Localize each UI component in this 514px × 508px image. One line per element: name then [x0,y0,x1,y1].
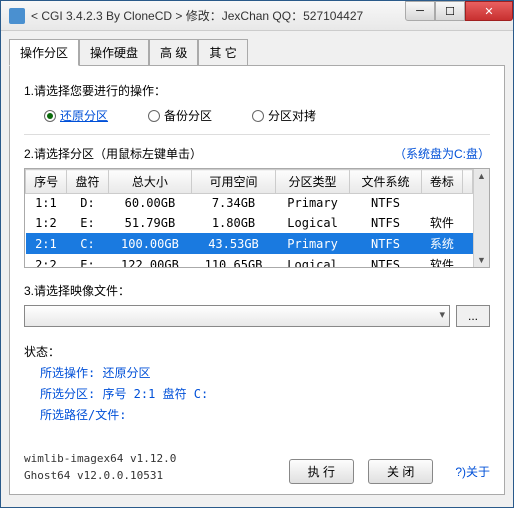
radio-icon [252,110,264,122]
operation-radios: 还原分区 备份分区 分区对拷 [24,107,490,124]
section2-header: 2.请选择分区（用鼠标左键单击） （系统盘为C:盘） [24,145,490,162]
about-link[interactable]: ?)关于 [455,463,490,480]
scroll-up-icon[interactable]: ▲ [477,171,486,181]
version-info: wimlib-imagex64 v1.12.0 Ghost64 v12.0.0.… [24,451,176,484]
browse-button[interactable]: ... [456,305,490,327]
table-row[interactable]: 1:1D:60.00GB7.34GBPrimaryNTFS [26,194,473,213]
app-icon [9,8,25,24]
execute-button[interactable]: 执 行 [289,459,354,484]
status-line: 所选路径/文件: [40,406,490,423]
tab-other[interactable]: 其 它 [198,39,247,66]
radio-backup[interactable]: 备份分区 [148,107,212,124]
minimize-button[interactable]: ─ [405,1,435,21]
partition-table-container: 序号盘符总大小可用空间分区类型文件系统卷标 1:1D:60.00GB7.34GB… [24,168,490,268]
status-label: 状态： [24,343,490,360]
window-controls: ─ ☐ ✕ [405,1,513,30]
tab-advanced[interactable]: 高 级 [149,39,198,66]
app-window: < CGI 3.4.2.3 By CloneCD > 修改：JexChan QQ… [0,0,514,508]
section1-label: 1.请选择您要进行的操作： [24,82,490,99]
column-header[interactable]: 总大小 [108,170,192,194]
divider [24,134,490,135]
section3-label: 3.请选择映像文件： [24,282,490,299]
table-row[interactable]: 1:2E:51.79GB1.80GBLogicalNTFS软件 [26,212,473,233]
status-line: 所选操作: 还原分区 [40,364,490,381]
partition-table[interactable]: 序号盘符总大小可用空间分区类型文件系统卷标 1:1D:60.00GB7.34GB… [25,169,473,267]
table-scrollbar[interactable]: ▲ ▼ [473,169,489,267]
column-header[interactable]: 卷标 [421,170,462,194]
column-header[interactable]: 可用空间 [192,170,276,194]
maximize-button[interactable]: ☐ [435,1,465,21]
status-block: 状态： 所选操作: 还原分区 所选分区: 序号 2:1 盘符 C: 所选路径/文… [24,343,490,423]
image-path-combo[interactable] [24,305,450,327]
radio-copy[interactable]: 分区对拷 [252,107,316,124]
tab-strip: 操作分区 操作硬盘 高 级 其 它 [9,39,505,66]
table-row[interactable]: 2:2E:122.00GB110.65GBLogicalNTFS软件 [26,254,473,267]
column-header[interactable]: 序号 [26,170,67,194]
radio-icon [148,110,160,122]
window-title: < CGI 3.4.2.3 By CloneCD > 修改：JexChan QQ… [31,7,405,24]
tab-partition[interactable]: 操作分区 [9,39,79,66]
tab-disk[interactable]: 操作硬盘 [79,39,149,66]
status-line: 所选分区: 序号 2:1 盘符 C: [40,385,490,402]
scroll-down-icon[interactable]: ▼ [477,255,486,265]
column-header[interactable]: 文件系统 [350,170,421,194]
column-header[interactable]: 分区类型 [275,170,350,194]
main-panel: 1.请选择您要进行的操作： 还原分区 备份分区 分区对拷 2.请选择分区（用鼠标… [9,65,505,495]
titlebar[interactable]: < CGI 3.4.2.3 By CloneCD > 修改：JexChan QQ… [1,1,513,31]
section3: 3.请选择映像文件： ... [24,282,490,327]
system-disk-hint: （系统盘为C:盘） [394,145,490,162]
footer: wimlib-imagex64 v1.12.0 Ghost64 v12.0.0.… [24,451,490,484]
radio-icon [44,110,56,122]
section2-label: 2.请选择分区（用鼠标左键单击） [24,145,202,162]
radio-restore[interactable]: 还原分区 [44,107,108,124]
close-button[interactable]: 关 闭 [368,459,433,484]
column-header[interactable]: 盘符 [67,170,108,194]
client-area: 操作分区 操作硬盘 高 级 其 它 1.请选择您要进行的操作： 还原分区 备份分… [1,31,513,503]
table-row[interactable]: 2:1C:100.00GB43.53GBPrimaryNTFS系统 [26,233,473,254]
close-window-button[interactable]: ✕ [465,1,513,21]
